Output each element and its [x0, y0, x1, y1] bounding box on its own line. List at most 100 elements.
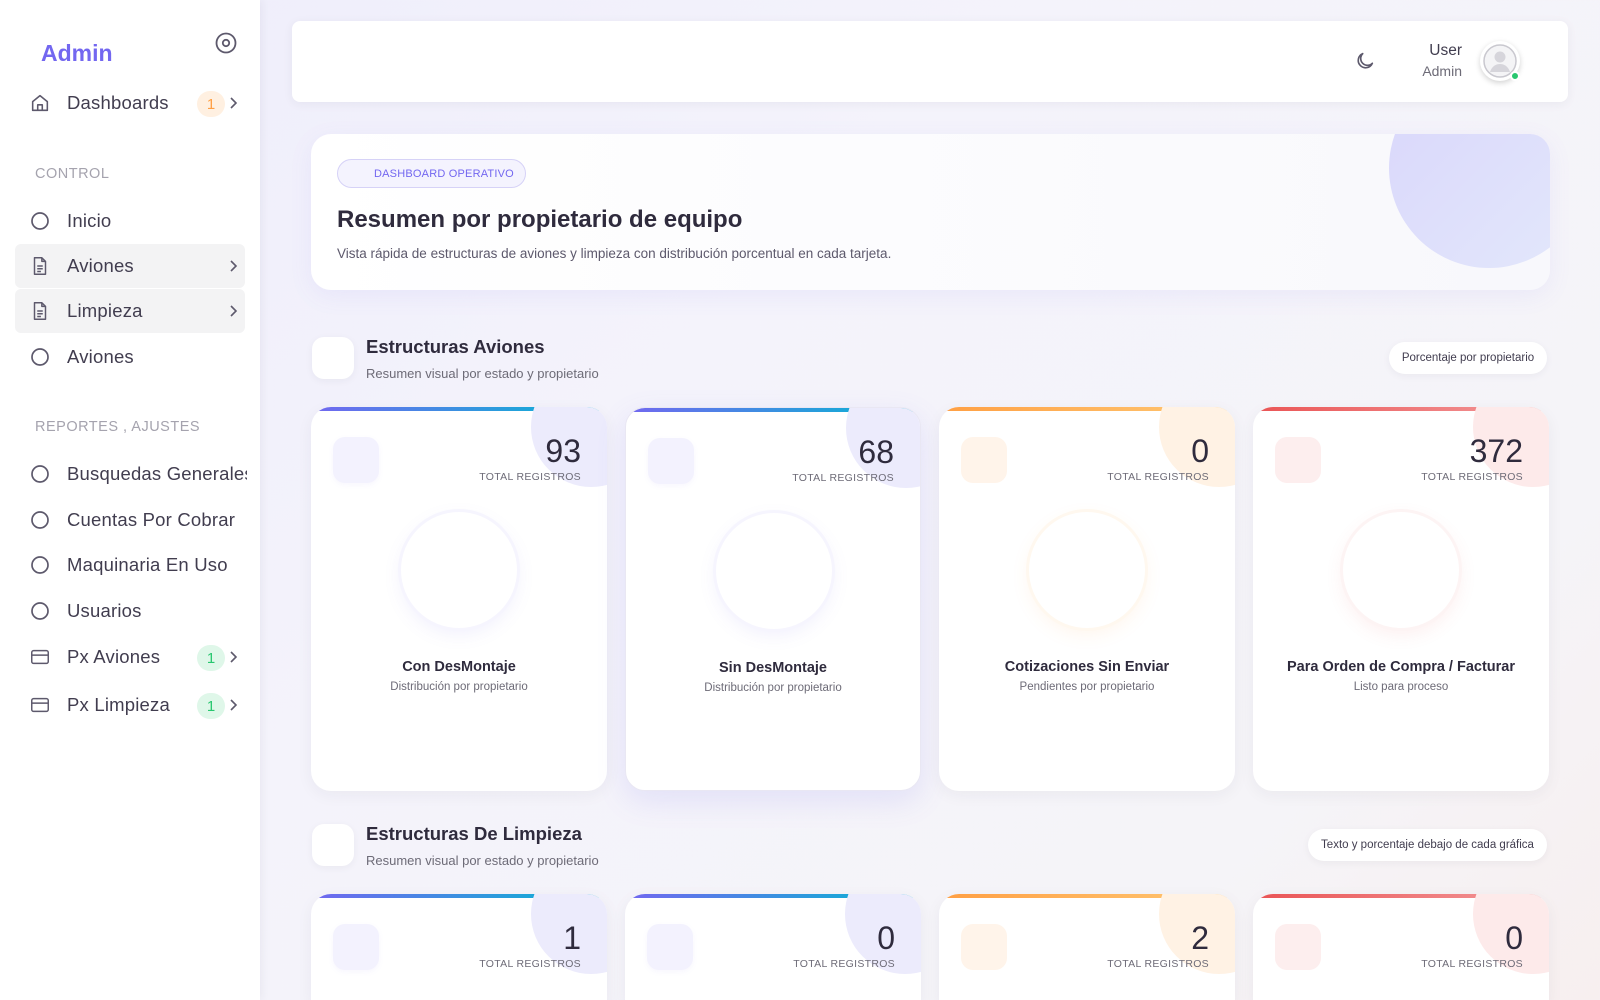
sidebar-item-cuentas-por-cobrar[interactable]: Cuentas Por Cobrar	[15, 498, 245, 542]
circle-icon	[31, 212, 49, 230]
total-label: TOTAL REGISTROS	[792, 472, 894, 484]
total-label: TOTAL REGISTROS	[479, 958, 581, 970]
donut-chart	[1029, 512, 1145, 628]
section-chip: Texto y porcentaje debajo de cada gráfic…	[1308, 829, 1547, 861]
home-icon	[31, 94, 49, 112]
section-icon	[312, 824, 354, 866]
card-icon	[647, 924, 693, 970]
sidebar-item-usuarios[interactable]: Usuarios	[15, 589, 245, 633]
sidebar-item-px-limpieza[interactable]: Px Limpieza 1	[15, 683, 245, 727]
credit-card-icon	[31, 649, 49, 665]
file-icon	[33, 302, 47, 320]
online-status-dot	[1510, 71, 1520, 81]
sidebar-item-label: Cuentas Por Cobrar	[67, 509, 236, 530]
card-icon	[333, 437, 379, 483]
total-label: TOTAL REGISTROS	[1421, 471, 1523, 483]
card-icon	[648, 438, 694, 484]
notification-badge: 1	[197, 91, 225, 117]
chevron-right-icon	[230, 260, 238, 272]
total-value: 68	[858, 434, 894, 470]
sidebar-item-maquinaria-en-uso[interactable]: Maquinaria En Uso	[15, 543, 245, 587]
sidebar-item-aviones[interactable]: Aviones	[15, 244, 245, 288]
card-icon	[1275, 437, 1321, 483]
total-value: 0	[1505, 920, 1523, 956]
card-title: Con DesMontaje	[402, 659, 516, 675]
total-value: 372	[1469, 433, 1523, 469]
dashboard-hero: DASHBOARD OPERATIVO Resumen por propieta…	[311, 134, 1550, 290]
chevron-right-icon	[230, 97, 238, 109]
user-role: Admin	[1422, 63, 1462, 79]
sidebar-item-busquedas-generales[interactable]: Busquedas Generales	[15, 452, 247, 496]
total-label: TOTAL REGISTROS	[1107, 471, 1209, 483]
page-title: Resumen por propietario de equipo	[337, 206, 743, 233]
sidebar-item-label: Px Aviones	[67, 646, 161, 667]
total-value: 0	[1191, 433, 1209, 469]
stat-card-limpieza-2[interactable]: 0 TOTAL REGISTROS	[625, 894, 921, 1000]
stat-card-cotizaciones-sin-enviar[interactable]: 0 TOTAL REGISTROS Cotizaciones Sin Envia…	[939, 407, 1235, 791]
section-header-control: CONTROL	[35, 166, 110, 182]
credit-card-icon	[31, 697, 49, 713]
circle-icon	[31, 556, 49, 574]
page-subtitle: Vista rápida de estructuras de aviones y…	[337, 246, 892, 261]
section-subtitle: Resumen visual por estado y propietario	[366, 853, 599, 868]
circle-icon	[31, 511, 49, 529]
sidebar-item-label: Px Limpieza	[67, 694, 170, 715]
sidebar-item-label: Limpieza	[67, 300, 143, 321]
section-header-reports: REPORTES , AJUSTES	[35, 419, 201, 435]
stat-card-sin-desmontaje[interactable]: 68 TOTAL REGISTROS Sin DesMontaje Distri…	[625, 407, 921, 791]
total-label: TOTAL REGISTROS	[479, 471, 581, 483]
donut-chart	[401, 512, 517, 628]
circle-icon	[31, 602, 49, 620]
file-icon	[33, 257, 47, 275]
chevron-right-icon	[230, 305, 238, 317]
sidebar-item-px-aviones[interactable]: Px Aviones 1	[15, 635, 245, 679]
stat-card-orden-compra-facturar[interactable]: 372 TOTAL REGISTROS Para Orden de Compra…	[1253, 407, 1549, 791]
sidebar-item-label: Usuarios	[67, 600, 142, 621]
card-subtitle: Pendientes por propietario	[1019, 681, 1155, 693]
section-chip: Porcentaje por propietario	[1389, 342, 1547, 374]
moon-icon[interactable]	[1354, 50, 1376, 72]
sidebar: Admin Dashboards 1 CONTROL Inicio Avione…	[0, 0, 260, 1000]
stat-card-limpieza-4[interactable]: 0 TOTAL REGISTROS	[1253, 894, 1549, 1000]
sidebar-item-aviones-2[interactable]: Aviones	[15, 335, 245, 379]
stat-card-con-desmontaje[interactable]: 93 TOTAL REGISTROS Con DesMontaje Distri…	[311, 407, 607, 791]
sidebar-item-label: Aviones	[67, 255, 134, 276]
sidebar-item-label: Aviones	[67, 346, 134, 367]
sidebar-item-label: Maquinaria En Uso	[67, 554, 228, 575]
notification-badge: 1	[197, 693, 225, 719]
total-value: 2	[1191, 920, 1209, 956]
sidebar-item-limpieza[interactable]: Limpieza	[15, 289, 245, 333]
circle-icon	[31, 348, 49, 366]
card-subtitle: Distribución por propietario	[390, 681, 528, 693]
donut-chart	[716, 513, 832, 629]
sidebar-item-inicio[interactable]: Inicio	[15, 199, 245, 243]
card-icon	[961, 924, 1007, 970]
card-icon	[1275, 924, 1321, 970]
user-name: User	[1429, 42, 1462, 59]
card-subtitle: Listo para proceso	[1353, 681, 1449, 693]
sidebar-item-label: Inicio	[67, 210, 112, 231]
brand-logo[interactable]: Admin	[41, 40, 113, 67]
card-icon	[961, 437, 1007, 483]
total-label: TOTAL REGISTROS	[1421, 958, 1523, 970]
stat-card-limpieza-1[interactable]: 1 TOTAL REGISTROS	[311, 894, 607, 1000]
sidebar-item-dashboards[interactable]: Dashboards 1	[15, 81, 245, 125]
circle-icon	[31, 465, 49, 483]
total-label: TOTAL REGISTROS	[793, 958, 895, 970]
stat-card-limpieza-3[interactable]: 2 TOTAL REGISTROS	[939, 894, 1235, 1000]
chevron-right-icon	[230, 651, 238, 663]
total-value: 93	[545, 433, 581, 469]
total-value: 1	[563, 920, 581, 956]
sidebar-item-label: Dashboards	[67, 92, 169, 113]
card-title: Sin DesMontaje	[719, 660, 827, 676]
card-title: Para Orden de Compra / Facturar	[1286, 659, 1516, 675]
card-icon	[333, 924, 379, 970]
hero-pill: DASHBOARD OPERATIVO	[337, 159, 526, 188]
donut-chart	[1343, 512, 1459, 628]
total-label: TOTAL REGISTROS	[1107, 958, 1209, 970]
total-value: 0	[877, 920, 895, 956]
section-icon	[312, 337, 354, 379]
card-title: Cotizaciones Sin Enviar	[1004, 659, 1170, 675]
target-icon[interactable]	[214, 31, 238, 55]
decorative-blob	[1389, 134, 1550, 268]
